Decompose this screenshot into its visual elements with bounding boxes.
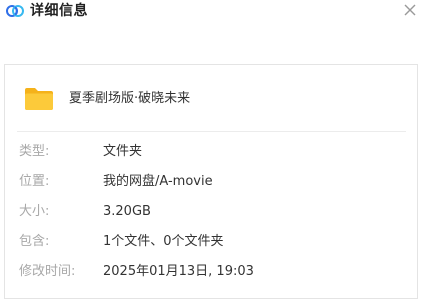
detail-row-modified-time: 修改时间: 2025年01月13日, 19:03 <box>19 262 409 282</box>
divider <box>17 131 406 132</box>
detail-row-type: 类型: 文件夹 <box>19 142 409 162</box>
folder-icon <box>25 88 53 110</box>
detail-row-contains: 包含: 1个文件、0个文件夹 <box>19 232 409 252</box>
file-name: 夏季剧场版·破晓未来 <box>69 91 191 106</box>
file-info-card: 夏季剧场版·破晓未来 类型: 文件夹 位置: 我的网盘/A-movie 大小: … <box>4 64 418 299</box>
contains-label: 包含: <box>19 234 50 249</box>
size-value: 3.20GB <box>103 204 151 219</box>
type-value: 文件夹 <box>103 144 143 159</box>
location-value: 我的网盘/A-movie <box>103 174 213 189</box>
type-label: 类型: <box>19 144 50 159</box>
detail-row-location: 位置: 我的网盘/A-movie <box>19 172 409 192</box>
contains-value: 1个文件、0个文件夹 <box>103 234 224 249</box>
size-label: 大小: <box>19 204 50 219</box>
baidu-netdisk-cloud-icon <box>6 5 24 17</box>
modified-time-label: 修改时间: <box>19 264 76 279</box>
detail-row-size: 大小: 3.20GB <box>19 202 409 222</box>
location-label: 位置: <box>19 174 50 189</box>
dialog-title: 详细信息 <box>30 3 88 19</box>
modified-time-value: 2025年01月13日, 19:03 <box>103 264 254 279</box>
close-icon[interactable] <box>402 2 418 18</box>
title-bar: 详细信息 <box>0 0 423 30</box>
